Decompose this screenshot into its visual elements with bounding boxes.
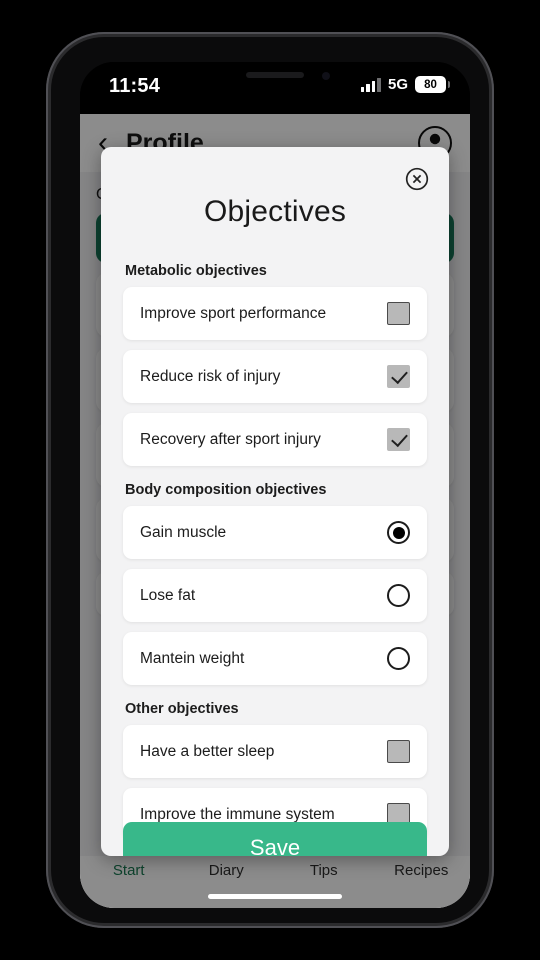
phone-bezel: ‹ Profile Objectives Select Birthday [51,37,489,923]
battery-icon: 80 [415,76,450,93]
option-row[interactable]: Recovery after sport injury [123,413,427,466]
phone-screen: ‹ Profile Objectives Select Birthday [80,62,470,908]
option-row[interactable]: Mantein weight [123,632,427,685]
section-title-other: Other objectives [125,701,239,717]
radio-icon[interactable] [387,647,410,670]
option-row[interactable]: Have a better sleep [123,725,427,778]
close-circle-icon[interactable] [405,167,429,191]
option-row[interactable]: Gain muscle [123,506,427,559]
option-label: Improve the immune system [140,805,335,823]
radio-selected-icon[interactable] [387,521,410,544]
checkbox-icon[interactable] [387,740,410,763]
option-label: Reduce risk of injury [140,367,281,385]
option-label: Lose fat [140,586,196,604]
option-label: Have a better sleep [140,742,275,760]
radio-icon[interactable] [387,584,410,607]
option-label: Improve sport performance [140,304,327,322]
objectives-modal: Objectives Metabolic objectives Improve … [101,147,449,856]
speaker-grille [246,72,304,78]
modal-title: Objectives [203,195,347,228]
section-title-metabolic: Metabolic objectives [125,263,267,279]
front-camera-icon [322,72,330,80]
checkbox-checked-icon[interactable] [387,428,410,451]
option-row[interactable]: Improve sport performance [123,287,427,340]
battery-level-label: 80 [424,78,437,91]
signal-bars-icon [360,77,381,92]
modal-scroll-area[interactable]: Metabolic objectives Improve sport perfo… [101,247,449,856]
option-label: Recovery after sport injury [140,430,321,448]
option-row[interactable]: Lose fat [123,569,427,622]
section-title-body-composition: Body composition objectives [125,482,327,498]
home-indicator[interactable] [208,894,342,899]
phone-frame: ‹ Profile Objectives Select Birthday [46,32,494,928]
save-button[interactable]: Save [123,822,427,856]
status-time: 11:54 [109,75,161,97]
network-type-label: 5G [387,76,408,93]
option-label: Mantein weight [140,649,245,667]
option-row[interactable]: Reduce risk of injury [123,350,427,403]
option-label: Gain muscle [140,523,227,541]
phone-notch [196,62,354,92]
checkbox-icon[interactable] [387,302,410,325]
checkbox-checked-icon[interactable] [387,365,410,388]
status-indicators: 5G 80 [360,76,450,93]
